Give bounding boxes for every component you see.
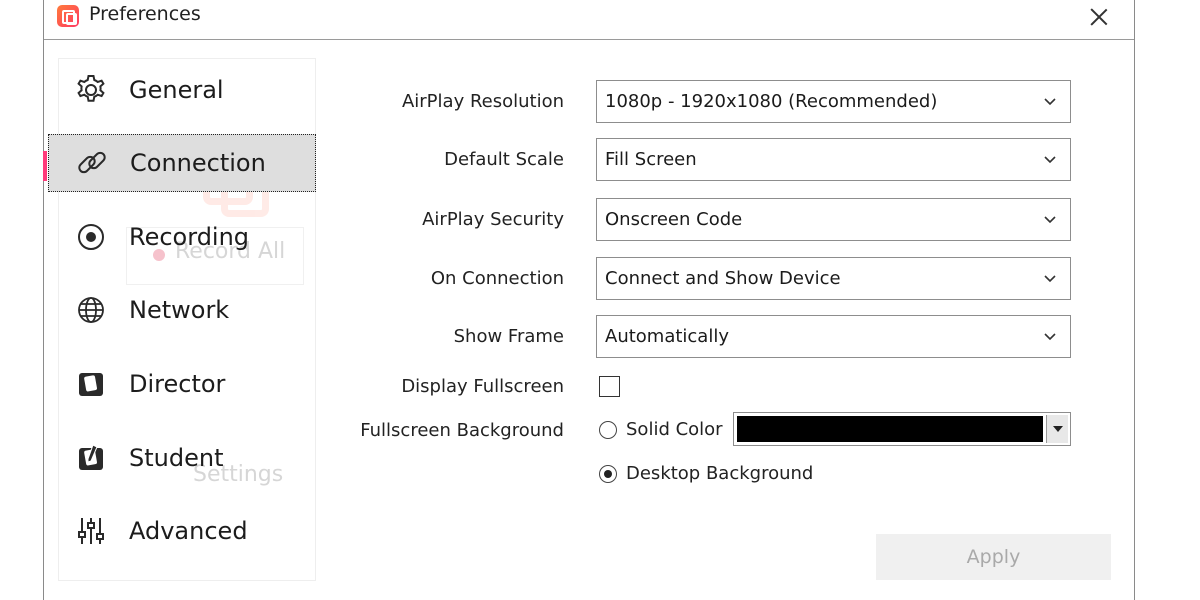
gear-icon	[73, 72, 109, 108]
desktop-background-label[interactable]: Desktop Background	[626, 463, 813, 484]
on-connection-label: On Connection	[430, 268, 564, 289]
airplay-resolution-label: AirPlay Resolution	[401, 91, 564, 112]
preferences-window: Preferences Record All Settings General …	[43, 0, 1135, 600]
link-icon	[74, 145, 110, 181]
chevron-down-icon	[1044, 98, 1056, 106]
apply-button[interactable]: Apply	[876, 534, 1111, 580]
sidebar-item-student[interactable]: Student	[48, 429, 316, 487]
sidebar-item-label: Network	[129, 296, 230, 324]
airplay-security-value: Onscreen Code	[605, 209, 743, 230]
fullscreen-background-label: Fullscreen Background	[360, 420, 564, 441]
student-icon	[73, 440, 109, 476]
display-fullscreen-checkbox[interactable]	[599, 376, 620, 397]
color-dropdown-arrow-icon[interactable]	[1046, 415, 1068, 443]
sidebar-item-director[interactable]: Director	[48, 355, 316, 413]
on-connection-select[interactable]: Connect and Show Device	[596, 257, 1071, 300]
sliders-icon	[73, 513, 109, 549]
solid-color-label[interactable]: Solid Color	[626, 419, 723, 440]
show-frame-label: Show Frame	[453, 326, 564, 347]
airplay-security-select[interactable]: Onscreen Code	[596, 198, 1071, 241]
show-frame-value: Automatically	[605, 326, 729, 347]
title-bar: Preferences	[44, 0, 1134, 40]
sidebar-item-advanced[interactable]: Advanced	[48, 502, 316, 560]
color-picker[interactable]	[733, 412, 1071, 446]
on-connection-value: Connect and Show Device	[605, 268, 841, 289]
sidebar-item-label: Student	[129, 444, 224, 472]
airplay-resolution-value: 1080p - 1920x1080 (Recommended)	[605, 91, 938, 112]
sidebar-item-label: Recording	[129, 223, 250, 251]
chevron-down-icon	[1044, 333, 1056, 341]
chevron-down-icon	[1044, 275, 1056, 283]
sidebar-item-network[interactable]: Network	[48, 281, 316, 339]
desktop-background-radio[interactable]	[599, 465, 617, 483]
globe-icon	[73, 292, 109, 328]
sidebar-item-label: Connection	[130, 149, 266, 177]
record-icon	[73, 219, 109, 255]
show-frame-select[interactable]: Automatically	[596, 315, 1071, 358]
close-button[interactable]	[1086, 4, 1112, 30]
airplay-security-label: AirPlay Security	[422, 209, 564, 230]
window-title: Preferences	[89, 3, 201, 25]
color-swatch	[737, 416, 1043, 442]
director-icon	[73, 366, 109, 402]
default-scale-value: Fill Screen	[605, 149, 697, 170]
chevron-down-icon	[1044, 216, 1056, 224]
sidebar-item-label: Director	[129, 370, 226, 398]
selection-accent-bar	[43, 151, 47, 181]
default-scale-select[interactable]: Fill Screen	[596, 138, 1071, 181]
sidebar-item-label: Advanced	[129, 517, 248, 545]
default-scale-label: Default Scale	[444, 149, 564, 170]
sidebar-item-general[interactable]: General	[48, 61, 316, 119]
sidebar-item-label: General	[129, 76, 224, 104]
sidebar-item-recording[interactable]: Recording	[48, 208, 316, 266]
display-fullscreen-label: Display Fullscreen	[401, 376, 564, 397]
chevron-down-icon	[1044, 156, 1056, 164]
solid-color-radio[interactable]	[599, 421, 617, 439]
app-logo-icon	[57, 5, 79, 27]
airplay-resolution-select[interactable]: 1080p - 1920x1080 (Recommended)	[596, 80, 1071, 123]
sidebar-item-connection[interactable]: Connection	[48, 134, 316, 192]
